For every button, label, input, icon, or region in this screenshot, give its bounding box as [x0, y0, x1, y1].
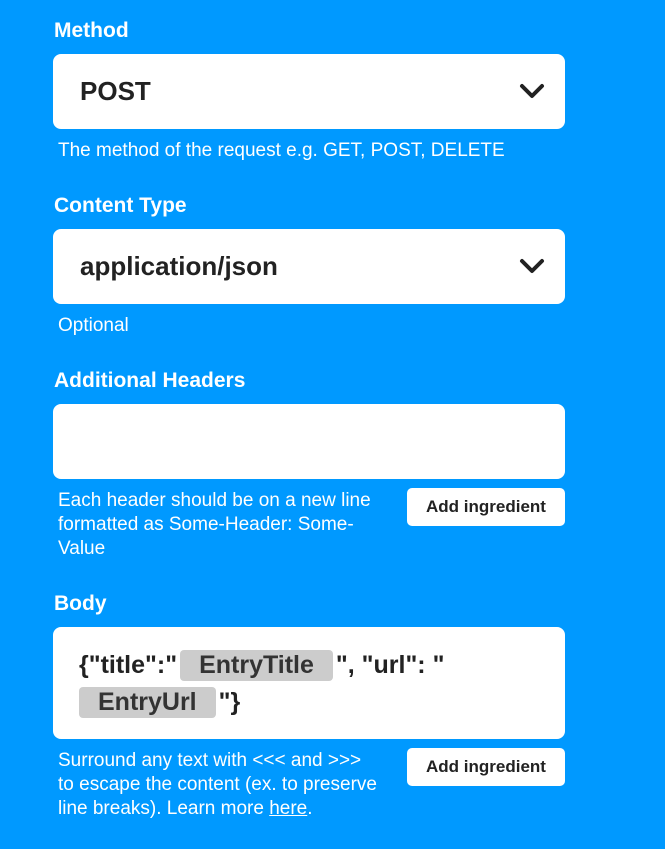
learn-more-link[interactable]: here: [269, 798, 307, 819]
method-select[interactable]: POST: [53, 54, 565, 129]
additional-headers-help-text: Each header should be on a new line form…: [58, 490, 371, 559]
additional-headers-input[interactable]: [53, 404, 565, 479]
body-input-content: {"title":" EntryTitle ", "url": " EntryUrl "…: [79, 647, 545, 721]
method-help-text: The method of the request e.g. GET, POST…: [58, 140, 505, 161]
body-help-text: Surround any text with <<< and >>> to es…: [58, 749, 378, 821]
body-add-ingredient-button[interactable]: Add ingredient: [407, 748, 565, 786]
headers-add-ingredient-button[interactable]: Add ingredient: [407, 488, 565, 526]
body-label: Body: [54, 592, 107, 615]
content-type-select[interactable]: application/json: [53, 229, 565, 304]
ingredient-pill-entry-title[interactable]: EntryTitle: [180, 650, 333, 681]
ingredient-pill-entry-url[interactable]: EntryUrl: [79, 687, 216, 718]
body-text-segment: ", "url": ": [335, 651, 445, 679]
body-help-prefix: Surround any text with <<< and >>> to es…: [58, 750, 377, 819]
body-help-suffix: .: [307, 798, 313, 819]
content-type-label: Content Type: [54, 194, 187, 217]
content-type-select-value: application/json: [80, 251, 278, 281]
body-text-segment: "}: [218, 688, 241, 716]
additional-headers-label: Additional Headers: [54, 369, 246, 392]
content-type-help-text: Optional: [58, 315, 129, 336]
body-text-segment: {"title":": [79, 651, 178, 679]
method-select-value: POST: [80, 76, 151, 106]
chevron-down-icon: [520, 259, 544, 273]
chevron-down-icon: [520, 84, 544, 98]
method-label: Method: [54, 19, 129, 42]
body-input[interactable]: {"title":" EntryTitle ", "url": " EntryUrl "…: [53, 627, 565, 739]
